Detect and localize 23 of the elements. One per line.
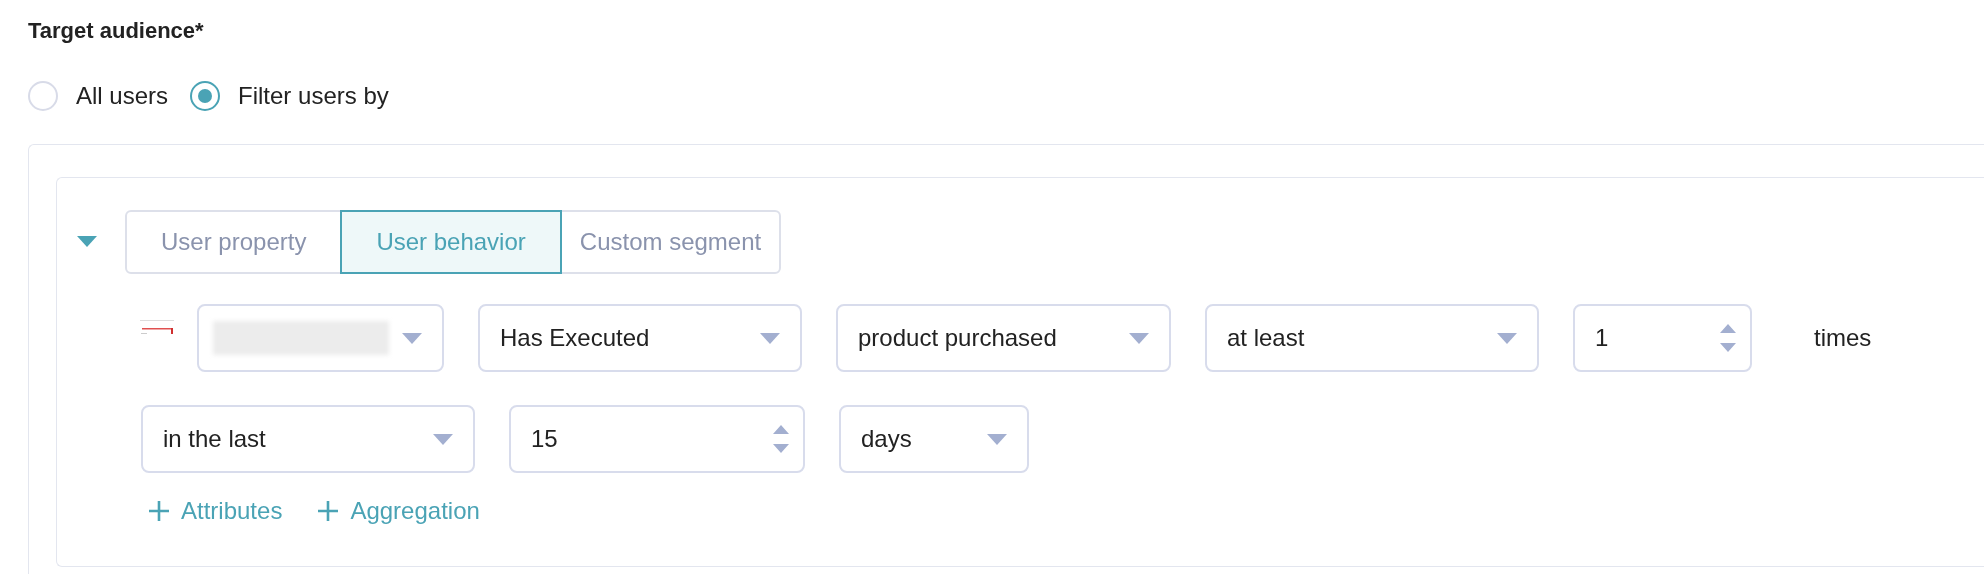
caret-icon[interactable] (77, 236, 97, 248)
dropdown-field[interactable]: days (839, 405, 1029, 473)
dropdown-arrow-icon (987, 433, 1007, 445)
audience-radio[interactable]: Filter users by (190, 81, 389, 111)
dropdown-field[interactable]: product purchased (836, 304, 1171, 372)
dropdown-arrow-icon (402, 332, 422, 344)
dropdown-arrow-icon (1129, 332, 1149, 344)
plus-icon (318, 501, 339, 521)
dropdown-arrow-icon (1497, 332, 1517, 344)
number-field[interactable]: 1 (1573, 304, 1752, 372)
audience-radio[interactable]: All users (28, 81, 169, 111)
spinner-icon[interactable] (773, 424, 789, 454)
dropdown-field[interactable]: Has Executed (478, 304, 802, 372)
plus-icon (149, 501, 169, 521)
dropdown-arrow-icon (433, 433, 453, 445)
unit-label: times (1814, 324, 1872, 352)
dropdown-field[interactable]: at least (1205, 304, 1539, 372)
dropdown-field[interactable]: in the last (141, 405, 475, 473)
number-field[interactable]: 15 (509, 405, 805, 473)
spinner-icon[interactable] (1720, 323, 1736, 353)
dropdown-arrow-icon (760, 332, 780, 344)
dropdown-field[interactable] (197, 304, 444, 372)
section-title: Target audience* (28, 18, 205, 45)
